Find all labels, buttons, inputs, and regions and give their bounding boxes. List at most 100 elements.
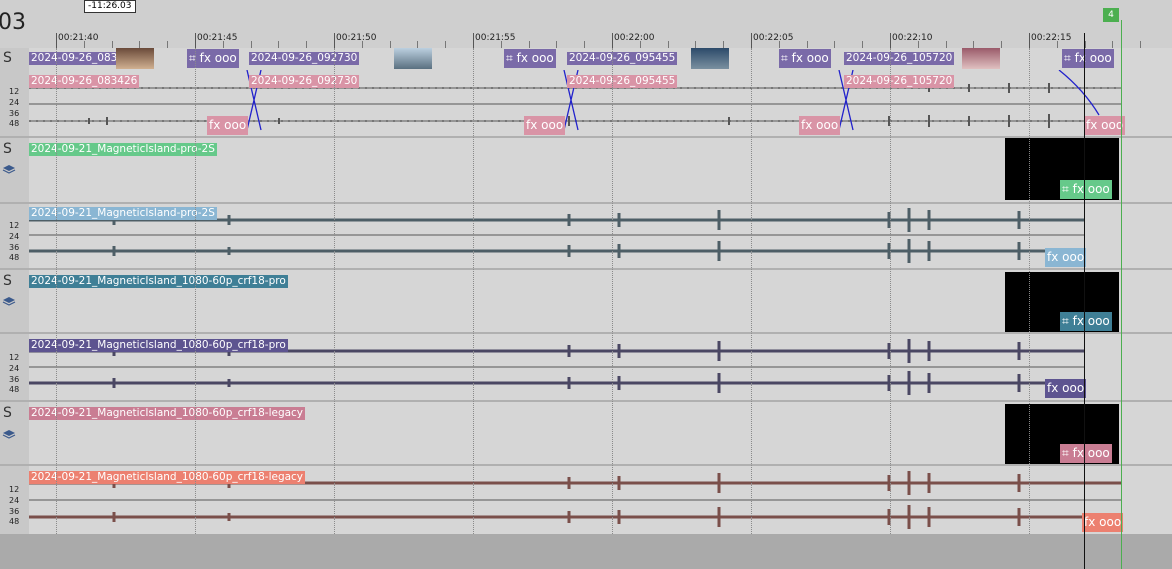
crop-fx-chip[interactable]: ⌗ fx ooo xyxy=(504,49,556,68)
fx-chip[interactable]: fx ooo xyxy=(1045,379,1087,398)
video-track-4[interactable]: 2024-09-21_MagneticIsland_1080-60p_crf18… xyxy=(29,402,1172,464)
ruler-tick xyxy=(751,33,752,48)
clip-label[interactable]: 2024-09-21_MagneticIsland-pro-2S xyxy=(29,207,217,220)
pan-crop-icon[interactable]: ⌗ xyxy=(1064,51,1071,65)
ruler-minor-tick xyxy=(389,41,391,48)
crop-fx-chip[interactable]: ⌗ fx ooo xyxy=(1060,180,1112,199)
more-button[interactable]: ooo xyxy=(1088,314,1110,328)
fx-chip[interactable]: fx ooo xyxy=(1082,513,1124,532)
ruler-tick-label: 00:22:10 xyxy=(892,33,933,43)
more-button[interactable]: ooo xyxy=(1099,515,1121,529)
more-button[interactable]: ooo xyxy=(532,51,554,65)
more-button[interactable]: ooo xyxy=(816,118,838,132)
layers-icon[interactable] xyxy=(2,164,16,174)
editor-timeline: -11:26.03 03 4 00:21:40 00:21:45 00:21:50 0… xyxy=(0,0,1172,569)
ruler-tick-label: 00:21:55 xyxy=(475,33,516,43)
time-ruler[interactable]: -11:26.03 03 4 00:21:40 00:21:45 00:21:50 0… xyxy=(0,0,1172,49)
pan-crop-icon[interactable]: ⌗ xyxy=(1062,182,1069,196)
audio-track-4[interactable]: 2024-09-21_MagneticIsland_1080-60p_crf18… xyxy=(29,466,1172,534)
ruler-tick xyxy=(612,33,613,48)
fx-chip[interactable]: fx ooo xyxy=(1084,116,1126,135)
clip-label[interactable]: 2024-09-21_MagneticIsland_1080-60p_crf18… xyxy=(29,407,306,420)
fx-button[interactable]: fx xyxy=(1086,118,1097,132)
ruler-minor-tick xyxy=(361,41,363,48)
fx-chip[interactable]: fx ooo xyxy=(799,116,841,135)
ruler-minor-tick xyxy=(278,41,280,48)
ruler-minor-tick xyxy=(83,41,85,48)
marker-flag[interactable]: 4 xyxy=(1103,8,1119,22)
fx-button[interactable]: fx xyxy=(517,51,528,65)
fx-button[interactable]: fx xyxy=(792,51,803,65)
playhead-cursor[interactable] xyxy=(1084,33,1085,569)
fx-button[interactable]: fx xyxy=(526,118,537,132)
fx-button[interactable]: fx xyxy=(209,118,220,132)
ruler-minor-tick xyxy=(528,41,530,48)
db-label: 48 xyxy=(9,253,20,262)
audio-track-3[interactable]: 2024-09-21_MagneticIsland_1080-60p_crf18… xyxy=(29,334,1172,400)
audio-track-1[interactable]: 2024-09-26_083426 2024-09-26_092730 2024… xyxy=(29,70,1172,136)
more-button[interactable]: ooo xyxy=(1101,118,1123,132)
video-track-3[interactable]: 2024-09-21_MagneticIsland_1080-60p_crf18… xyxy=(29,270,1172,332)
more-button[interactable]: ooo xyxy=(1090,51,1112,65)
clip-label[interactable]: 2024-09-26_092730 xyxy=(249,75,360,88)
ruler-tick xyxy=(1029,33,1030,48)
solo-button[interactable]: S xyxy=(3,405,12,421)
crop-fx-chip[interactable]: ⌗ fx ooo xyxy=(779,49,831,68)
layers-icon[interactable] xyxy=(2,429,16,439)
clip-thumbnail xyxy=(394,48,432,69)
clip-label[interactable]: 2024-09-26_105720 xyxy=(844,75,955,88)
fx-button[interactable]: fx xyxy=(200,51,211,65)
solo-button[interactable]: S xyxy=(3,141,12,157)
more-button[interactable]: ooo xyxy=(1088,182,1110,196)
crop-fx-chip[interactable]: ⌗ fx ooo xyxy=(1060,444,1112,463)
fx-button[interactable]: fx xyxy=(1073,182,1084,196)
solo-button[interactable]: S xyxy=(3,273,12,289)
clip-label[interactable]: 2024-09-21_MagneticIsland-pro-2S xyxy=(29,143,217,156)
more-button[interactable]: ooo xyxy=(807,51,829,65)
clip-label[interactable]: 2024-09-26_095455 xyxy=(567,52,678,65)
video-track-2[interactable]: 2024-09-21_MagneticIsland-pro-2S ⌗ fx oo… xyxy=(29,138,1172,202)
timeline-empty-area[interactable] xyxy=(0,534,1172,569)
clip-label[interactable]: 2024-09-21_MagneticIsland_1080-60p_crf18… xyxy=(29,275,288,288)
pan-crop-icon[interactable]: ⌗ xyxy=(1062,446,1069,460)
audio-track-2[interactable]: 2024-09-21_MagneticIsland-pro-2S fx ooo xyxy=(29,204,1172,268)
timecode-readout: -11:26.03 xyxy=(84,0,136,13)
video-track-1[interactable]: 2024-09-26_083426 2024-09-26_092730 2024… xyxy=(29,48,1172,70)
fx-button[interactable]: fx xyxy=(1047,381,1058,395)
ruler-minor-tick xyxy=(667,41,669,48)
ruler-minor-tick xyxy=(639,41,641,48)
crop-fx-chip[interactable]: ⌗ fx ooo xyxy=(1060,312,1112,331)
clip-label[interactable]: 2024-09-21_MagneticIsland_1080-60p_crf18… xyxy=(29,339,288,352)
crop-fx-chip[interactable]: ⌗ fx ooo xyxy=(1062,49,1114,68)
db-label: 36 xyxy=(9,109,20,118)
clip-label[interactable]: 2024-09-26_095455 xyxy=(567,75,678,88)
fx-button[interactable]: fx xyxy=(1073,314,1084,328)
grid-line xyxy=(751,48,752,534)
pan-crop-icon[interactable]: ⌗ xyxy=(781,51,788,65)
clip-label[interactable]: 2024-09-21_MagneticIsland_1080-60p_crf18… xyxy=(29,471,306,484)
more-button[interactable]: ooo xyxy=(1062,381,1084,395)
fx-chip[interactable]: fx ooo xyxy=(1045,248,1087,267)
more-button[interactable]: ooo xyxy=(1062,250,1084,264)
more-button[interactable]: ooo xyxy=(224,118,246,132)
layers-icon[interactable] xyxy=(2,296,16,306)
more-button[interactable]: ooo xyxy=(215,51,237,65)
fx-button[interactable]: fx xyxy=(1047,250,1058,264)
ruler-minor-tick xyxy=(250,41,252,48)
fx-chip[interactable]: fx ooo xyxy=(207,116,249,135)
ruler-minor-tick xyxy=(1112,41,1114,48)
pan-crop-icon[interactable]: ⌗ xyxy=(506,51,513,65)
solo-button[interactable]: S xyxy=(3,50,12,66)
fx-button[interactable]: fx xyxy=(1084,515,1095,529)
more-button[interactable]: ooo xyxy=(541,118,563,132)
fx-button[interactable]: fx xyxy=(801,118,812,132)
more-button[interactable]: ooo xyxy=(1088,446,1110,460)
fx-button[interactable]: fx xyxy=(1073,446,1084,460)
fx-chip[interactable]: fx ooo xyxy=(524,116,566,135)
db-label: 36 xyxy=(9,507,20,516)
region-end-line[interactable] xyxy=(1121,20,1122,569)
clip-label[interactable]: 2024-09-26_105720 xyxy=(844,52,955,65)
pan-crop-icon[interactable]: ⌗ xyxy=(1062,314,1069,328)
clip-label[interactable]: 2024-09-26_083426 xyxy=(29,75,140,88)
clip-label[interactable]: 2024-09-26_092730 xyxy=(249,52,360,65)
